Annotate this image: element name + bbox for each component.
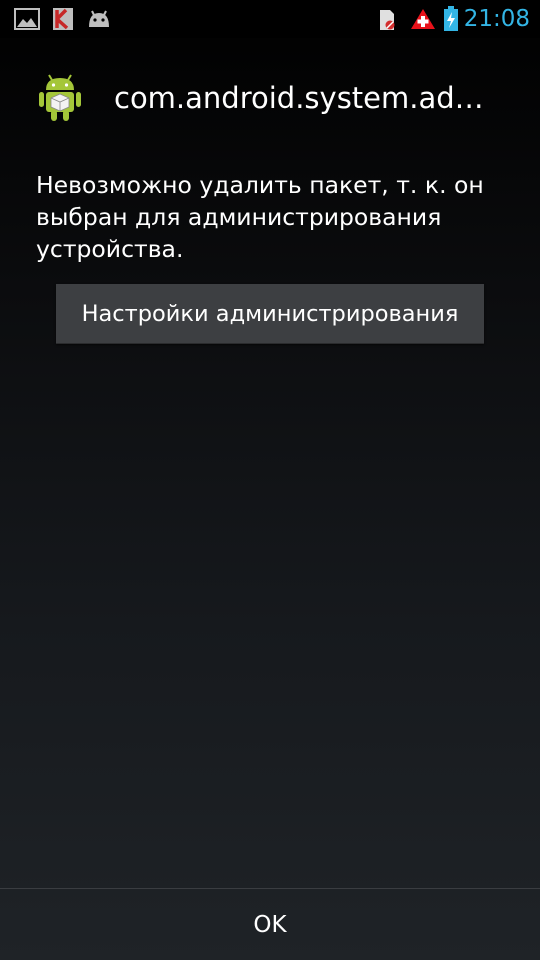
gallery-icon xyxy=(14,7,40,35)
screen: 21:08 com.android.system.ad… Невозможно … xyxy=(0,0,540,960)
status-time: 21:08 xyxy=(463,6,530,32)
dialog-title: com.android.system.ad… xyxy=(114,81,484,115)
sd-card-icon xyxy=(377,9,397,35)
admin-settings-button[interactable]: Настройки администрирования xyxy=(56,284,484,344)
ok-button[interactable]: OK xyxy=(0,889,540,960)
android-debug-icon xyxy=(86,7,112,35)
warning-icon xyxy=(410,8,436,34)
dialog-header: com.android.system.ad… xyxy=(0,60,540,140)
battery-charging-icon xyxy=(443,6,459,36)
dialog-message: Невозможно удалить пакет, т. к. он выбра… xyxy=(36,171,484,263)
android-package-icon xyxy=(38,74,82,126)
dialog-button-bar: OK xyxy=(0,888,540,960)
kaspersky-icon xyxy=(51,7,75,35)
status-bar: 21:08 xyxy=(0,0,540,38)
